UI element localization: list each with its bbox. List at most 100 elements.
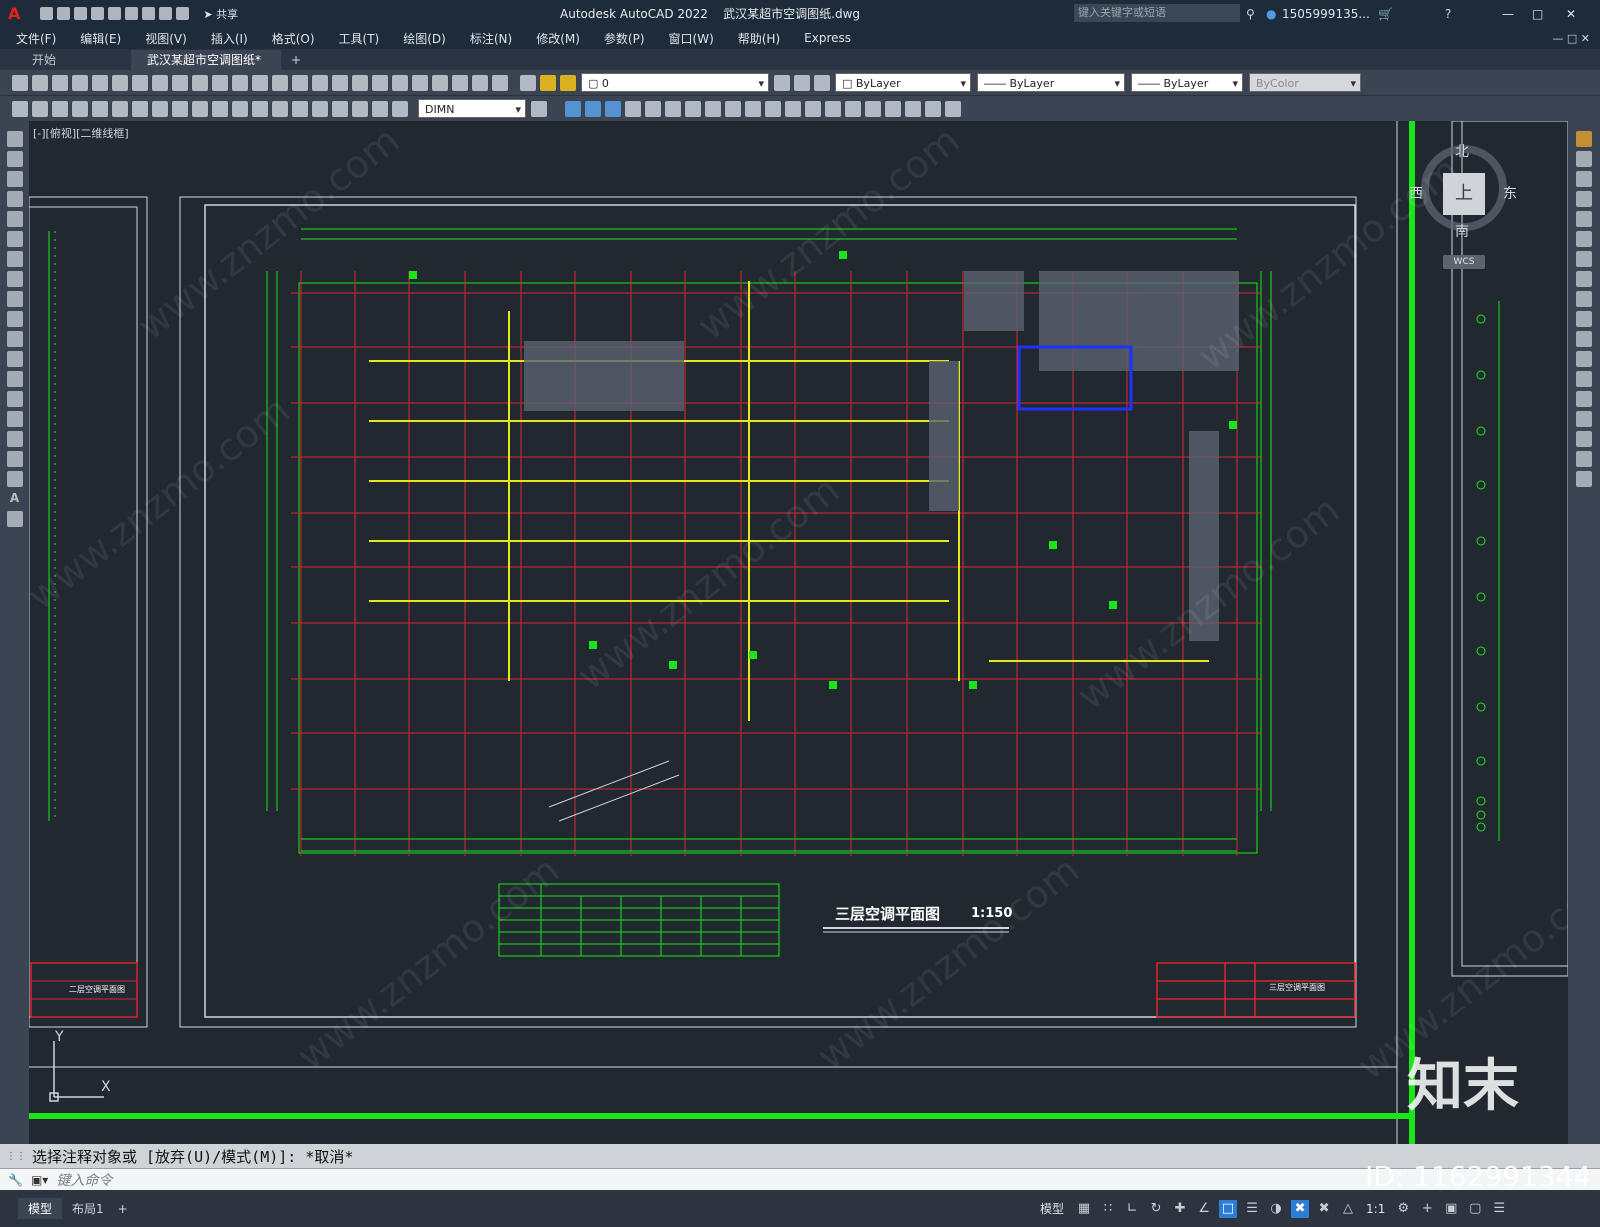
paste-icon[interactable] [192,74,208,91]
explode-icon[interactable] [865,100,881,117]
stretch-icon[interactable] [1576,291,1592,307]
autocad-logo-icon[interactable]: A [8,4,20,23]
rotate-icon[interactable] [1576,251,1592,267]
scale-icon[interactable] [705,100,721,117]
layer-previous-icon[interactable] [794,74,810,91]
dim-style-icon[interactable] [531,100,547,117]
copy-icon[interactable] [172,74,188,91]
layer-iso-icon[interactable] [814,74,830,91]
mirror-icon[interactable] [605,100,621,117]
linetype-dropdown[interactable]: ―― ByLayer [977,73,1125,93]
make-current-icon[interactable] [774,74,790,91]
block-editor-icon[interactable] [232,74,248,91]
save-icon[interactable] [74,7,88,20]
arc-icon[interactable] [6,231,23,247]
undo-icon[interactable] [252,74,268,91]
annotation-scale[interactable]: 1:1 [1366,1202,1385,1216]
stretch-icon[interactable] [725,100,741,117]
new-icon[interactable] [40,7,54,20]
dim-continue-icon[interactable] [212,100,228,117]
send-back-icon[interactable] [925,100,941,117]
3d-print-icon[interactable] [132,74,148,91]
model-space-toggle[interactable]: 模型 [1040,1200,1064,1217]
help-icon[interactable]: ? [1445,7,1451,21]
offset-icon[interactable] [1576,191,1592,207]
maximize-button[interactable]: □ [1532,7,1543,21]
dim-radius-icon[interactable] [92,100,108,117]
layout-tab-layout1[interactable]: 布局1 [62,1198,114,1219]
menu-parametric[interactable]: 参数(P) [604,30,645,47]
break-icon[interactable] [785,100,801,117]
dim-baseline-icon[interactable] [192,100,208,117]
layer-dropdown[interactable]: ▢ 0 [581,73,769,93]
menu-express[interactable]: Express [804,31,851,45]
lineweight-icon[interactable]: ☰ [1243,1200,1261,1218]
user-name[interactable]: 1505999135... [1282,7,1370,21]
osnap-icon[interactable]: □ [1219,1199,1238,1218]
menu-insert[interactable]: 插入(I) [211,30,248,47]
customize-menu-icon[interactable]: ☰ [1490,1200,1508,1218]
rotate-icon[interactable] [685,100,701,117]
match-prop-icon[interactable] [212,74,228,91]
trim-icon[interactable] [1576,311,1592,327]
fillet-icon[interactable] [1576,431,1592,447]
autoscale-icon[interactable]: △ [1339,1200,1357,1218]
new-icon[interactable] [12,74,28,91]
erase-icon[interactable] [565,100,581,117]
break-at-point-icon[interactable] [1576,351,1592,367]
region-icon[interactable] [6,451,23,467]
explode-icon[interactable] [1576,471,1592,487]
revision-cloud-icon[interactable] [6,271,23,287]
search-icon[interactable]: ⚲ [1246,7,1255,21]
plot-icon[interactable] [72,74,88,91]
line-icon[interactable] [6,131,23,147]
menu-window[interactable]: 窗口(W) [669,30,714,47]
array-icon[interactable] [1576,211,1592,227]
gradient-icon[interactable] [6,431,23,447]
dim-linear-icon[interactable] [12,100,28,117]
customize-icon[interactable]: 🔧 [8,1173,23,1187]
menu-draw[interactable]: 绘图(D) [403,30,446,47]
dim-break-icon[interactable] [252,100,268,117]
command-input[interactable]: 键入命令 [56,1170,112,1190]
dim-jogged-icon[interactable] [112,100,128,117]
undo-icon[interactable] [159,7,173,20]
construction-line-icon[interactable] [6,151,23,167]
dim-edit-icon[interactable] [352,100,368,117]
hatch-icon[interactable] [6,411,23,427]
offset-icon[interactable] [625,100,641,117]
close-button[interactable]: ✕ [1566,7,1576,21]
polar-icon[interactable]: ↻ [1147,1200,1165,1218]
dim-space-icon[interactable] [232,100,248,117]
markup-icon[interactable] [452,74,468,91]
user-icon[interactable]: ● [1266,7,1276,21]
dim-arc-icon[interactable] [52,100,68,117]
menu-tools[interactable]: 工具(T) [339,30,380,47]
move-icon[interactable] [665,100,681,117]
snap-icon[interactable]: ∷ [1099,1200,1117,1218]
zoom-previous-icon[interactable] [352,74,368,91]
menu-file[interactable]: 文件(F) [16,30,56,47]
tab-start[interactable]: 开始 [16,50,131,70]
save-as-icon[interactable] [91,7,105,20]
redo-icon[interactable] [272,74,288,91]
wcs-menu[interactable]: WCS [1443,255,1485,269]
save-icon[interactable] [52,74,68,91]
isodraft-icon[interactable]: ∠ [1195,1200,1213,1218]
command-panel-grip[interactable]: ⋮⋮ [6,1151,26,1162]
publish-icon[interactable] [112,74,128,91]
cut-icon[interactable] [152,74,168,91]
layout-tab-model[interactable]: 模型 [18,1198,63,1219]
compass-north[interactable]: 北 [1455,141,1469,161]
annotation-visibility-icon[interactable]: ✖ [1315,1200,1333,1218]
hardware-accel-icon[interactable]: ▣ [1442,1200,1460,1218]
plot-icon[interactable] [142,7,156,20]
zoom-window-icon[interactable] [332,74,348,91]
table-icon[interactable] [6,471,23,487]
copy-icon[interactable] [1576,151,1592,167]
dim-text-edit-icon[interactable] [372,100,388,117]
join-icon[interactable] [805,100,821,117]
menu-dimension[interactable]: 标注(N) [470,30,512,47]
tab-drawing[interactable]: 武汉某超市空调图纸* ✕ [131,50,281,87]
grid-icon[interactable]: ▦ [1075,1200,1093,1218]
